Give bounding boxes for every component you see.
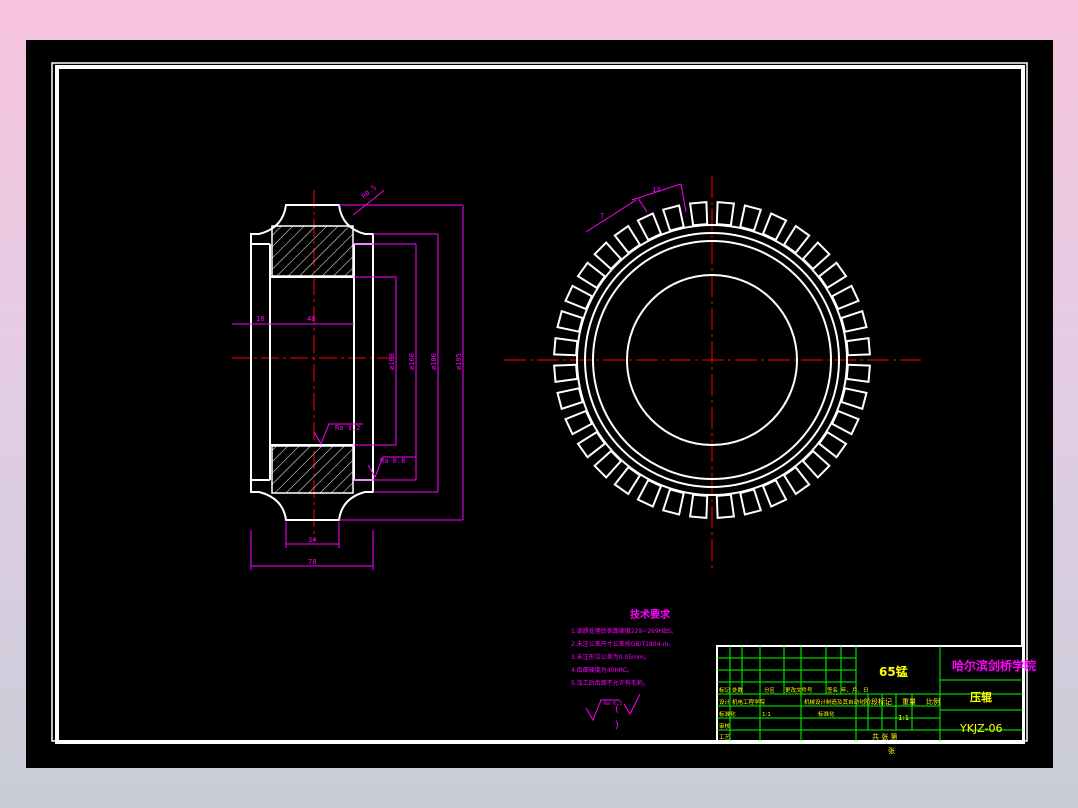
gear-tooth bbox=[688, 493, 709, 519]
notes-title: 技术要求 bbox=[630, 608, 671, 621]
gear-tooth bbox=[830, 409, 860, 436]
hdr-count: 处数 bbox=[732, 686, 744, 694]
paren-close: ) bbox=[614, 720, 620, 731]
paren-open: ( bbox=[614, 704, 620, 715]
gear-tooth bbox=[636, 212, 663, 242]
roughness-2: Ra 0.8 bbox=[380, 457, 405, 465]
scale-value-2: 1:1 bbox=[898, 714, 909, 722]
roughness-check-symbol bbox=[623, 693, 641, 716]
section-view: R0.5 18 48 ø100 ø160 ø180 ø195 34 78 Ra … bbox=[232, 184, 464, 570]
gear-tooth bbox=[845, 363, 871, 384]
note-5: 5.加工后齿面不允许有毛刺。 bbox=[571, 679, 649, 687]
dim-d3: ø180 bbox=[430, 353, 438, 370]
row-standard: 标准化 bbox=[719, 710, 736, 718]
gear-tooth bbox=[845, 336, 871, 357]
row-standard-2: 标准化 bbox=[818, 710, 835, 718]
hatch-top bbox=[271, 225, 354, 277]
note-1: 1.调质处理后表面硬度229~269HBS。 bbox=[571, 627, 677, 635]
gear-tooth bbox=[739, 204, 763, 232]
dim-hub-width: 18 bbox=[256, 315, 264, 323]
gear-tooth bbox=[661, 204, 685, 232]
gear-tooth bbox=[688, 201, 709, 227]
tech-notes: 技术要求 1.调质处理后表面硬度229~269HBS。 2.未注公差尺寸公差按G… bbox=[571, 608, 677, 731]
row-check: 审核 bbox=[719, 722, 731, 730]
dim-tooth-pitch: 13 bbox=[652, 186, 660, 194]
gear-tooth bbox=[761, 212, 788, 242]
dim-tooth-depth: 7 bbox=[600, 212, 604, 220]
hdr-change: 更改文件号 bbox=[785, 686, 813, 694]
note-2: 2.未注公差尺寸公差按GB/T1804-m。 bbox=[571, 640, 674, 648]
hdr-zone: 分区 bbox=[764, 686, 776, 694]
note-4: 4.齿面硬度为40HRC。 bbox=[571, 666, 633, 674]
title-block: 65锰 哈尔滨剑桥学院 压辊 YKJZ-06 标记 处数 分区 更改文件号 签名… bbox=[716, 645, 1036, 755]
hdr-sign: 签名 bbox=[827, 686, 838, 694]
scale-value: 1:1 bbox=[762, 712, 771, 718]
row-design: 设计 bbox=[719, 698, 731, 706]
gear-tooth bbox=[761, 478, 788, 508]
gear-tooth bbox=[739, 488, 763, 516]
gear-tooth bbox=[564, 284, 594, 311]
hdr-date: 年、月、日 bbox=[841, 686, 869, 694]
hatch-bottom bbox=[271, 445, 354, 494]
gear-tooth bbox=[715, 493, 736, 519]
gear-tooth bbox=[715, 201, 736, 227]
note-mid: 机械设计制造及其自动化 bbox=[804, 698, 865, 706]
inner-frame bbox=[55, 65, 1025, 744]
gear-tooth bbox=[840, 387, 868, 411]
school-name: 哈尔滨剑桥学院 bbox=[952, 658, 1036, 673]
gear-tooth bbox=[553, 363, 579, 384]
part-code: YKJZ-06 bbox=[959, 722, 1003, 735]
gear-tooth bbox=[840, 309, 868, 333]
dim-overall-width: 78 bbox=[308, 558, 316, 566]
dim-bore-width: 48 bbox=[307, 315, 315, 323]
dim-bottom-width: 34 bbox=[308, 536, 316, 544]
part-name: 压辊 bbox=[970, 690, 992, 704]
outer-frame bbox=[51, 62, 1028, 742]
roughness-1: Ra 3.2 bbox=[335, 424, 360, 432]
gear-tooth bbox=[830, 284, 860, 311]
weight-label: 重量 bbox=[902, 698, 916, 706]
gear-tooth bbox=[553, 336, 579, 357]
sheet-num: 张 bbox=[888, 746, 895, 755]
note-3: 3.未注形位公差为0.05mm。 bbox=[571, 653, 650, 661]
cad-drawing: R0.5 18 48 ø100 ø160 ø180 ø195 34 78 Ra … bbox=[51, 62, 1036, 755]
dim-d2: ø160 bbox=[408, 353, 416, 370]
scale-label: 比例 bbox=[926, 697, 940, 706]
hdr-mark: 标记 bbox=[719, 686, 731, 694]
material-label: 65锰 bbox=[879, 664, 908, 679]
gear-tooth bbox=[661, 488, 685, 516]
row-process: 工艺 bbox=[719, 734, 731, 741]
gear-tooth bbox=[556, 309, 584, 333]
dim-d1: ø100 bbox=[388, 353, 396, 370]
front-view: 13 7 bbox=[504, 176, 921, 570]
gear-tooth bbox=[636, 478, 663, 508]
dim-d4: ø195 bbox=[455, 353, 463, 370]
stage-label: 阶段标记 bbox=[864, 697, 892, 706]
drawing-canvas: R0.5 18 48 ø100 ø160 ø180 ø195 34 78 Ra … bbox=[26, 40, 1053, 768]
sheet-text: 共 张 第 bbox=[872, 732, 897, 741]
gear-tooth bbox=[556, 387, 584, 411]
gear-tooth bbox=[564, 409, 594, 436]
note-left: 机电工程学院 bbox=[732, 698, 766, 706]
